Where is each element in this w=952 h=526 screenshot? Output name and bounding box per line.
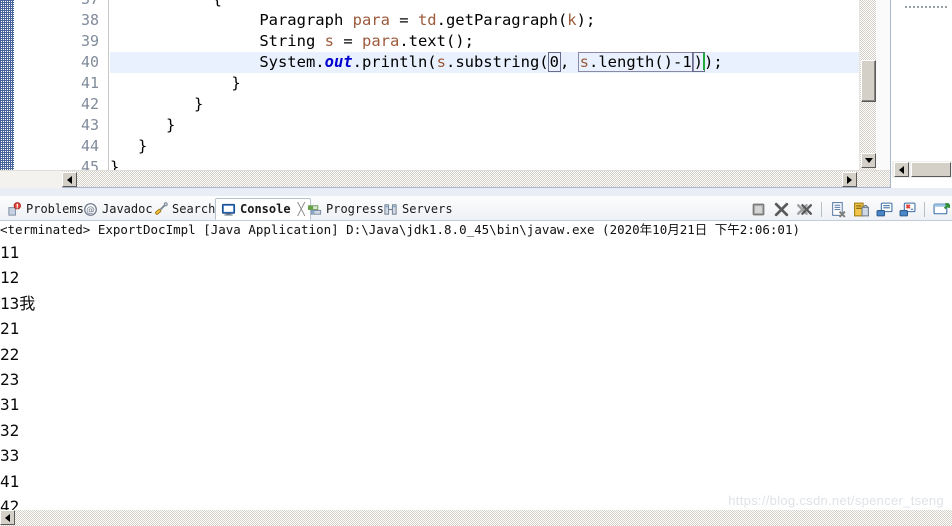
scroll-left-button[interactable] — [0, 510, 15, 525]
progress-icon — [307, 202, 322, 217]
console-output-line: 23 — [0, 370, 20, 390]
toolbar-separator — [821, 201, 822, 217]
console-status-line: <terminated> ExportDocImpl [Java Applica… — [0, 222, 801, 237]
chevron-down-icon — [864, 158, 873, 163]
console-output-line: 41 — [0, 471, 20, 491]
tab-servers[interactable]: Servers — [378, 198, 458, 220]
problems-icon — [7, 201, 22, 217]
console-output-line: 33 — [0, 446, 20, 466]
tab-label: Progress — [326, 202, 384, 216]
console-output-line: 13我 — [0, 293, 36, 313]
line-number: 42 — [80, 95, 99, 113]
line-number: 40 — [80, 53, 99, 71]
dotted-separator — [905, 6, 949, 8]
toolbar-separator — [924, 201, 925, 217]
line-number: 41 — [80, 74, 99, 92]
remove-launch-icon[interactable] — [773, 201, 790, 218]
editor-horizontal-scrollbar[interactable] — [0, 170, 890, 188]
code-line-41: } — [231, 74, 241, 92]
display-selected-console-icon[interactable] — [876, 201, 893, 218]
console-output-area[interactable]: 11 12 13我 21 22 23 31 32 33 41 42 43 51 — [0, 240, 952, 510]
tab-label: Search — [172, 202, 216, 216]
line-number: 37 — [39, 0, 99, 10]
code-line-40-current: System.out.println(s.substring(0, s.leng… — [110, 52, 890, 73]
console-output-line: 32 — [0, 420, 20, 440]
line-number: 43 — [80, 116, 99, 134]
console-toolbar — [750, 198, 950, 220]
scrollbar-track-pad — [0, 171, 62, 188]
pin-console-icon[interactable] — [933, 201, 950, 218]
scroll-down-button[interactable] — [861, 153, 876, 168]
scroll-lock-icon[interactable] — [853, 201, 870, 218]
console-icon — [221, 202, 236, 217]
line-number: 39 — [80, 32, 99, 50]
console-output-line: 22 — [0, 344, 20, 364]
code-line-37: { — [110, 0, 890, 10]
clear-console-icon[interactable] — [830, 201, 847, 218]
editor-body: 37 38 39 40 41 42 43 44 45 { Paragraph p… — [0, 0, 890, 171]
line-number: 45 — [80, 158, 99, 171]
tab-console[interactable]: Console ╳ — [215, 198, 311, 220]
open-console-icon[interactable] — [899, 201, 916, 218]
code-line-42: } — [194, 95, 204, 113]
tab-label: Problems — [26, 202, 84, 216]
tab-progress[interactable]: Progress — [302, 198, 389, 220]
code-line-44: } — [138, 137, 148, 155]
code-line-39: String s = para.text(); — [259, 32, 474, 50]
scrollbar-thumb[interactable] — [911, 162, 951, 177]
chevron-left-icon — [899, 165, 904, 174]
scroll-right-button[interactable] — [842, 172, 857, 187]
code-line-43: } — [166, 116, 176, 134]
scroll-left-button[interactable] — [62, 172, 77, 187]
remove-all-terminated-icon[interactable] — [796, 201, 813, 218]
console-horizontal-scrollbar[interactable] — [0, 510, 952, 526]
console-output-line: 11 — [0, 243, 20, 262]
annotation-ruler[interactable] — [0, 0, 14, 171]
watermark-text: https://blog.csdn.net/spencer_tseng — [728, 493, 944, 508]
chevron-left-icon — [5, 513, 10, 522]
chevron-left-icon — [67, 175, 72, 184]
console-view: Problems @ Javadoc Search Console ╳ Prog… — [0, 196, 952, 526]
console-output-line: 31 — [0, 395, 20, 415]
console-output-line: 12 — [0, 268, 20, 288]
source-editor-panel: 37 38 39 40 41 42 43 44 45 { Paragraph p… — [0, 0, 891, 188]
tab-javadoc[interactable]: @ Javadoc — [78, 198, 158, 220]
code-line-45: } — [110, 158, 120, 171]
terminate-icon[interactable] — [750, 201, 767, 218]
scrollbar-thumb[interactable] — [861, 60, 876, 102]
tab-label: Console — [240, 202, 291, 216]
code-text-area[interactable]: { Paragraph para = td.getParagraph(k); S… — [110, 0, 890, 171]
tab-label: Servers — [402, 202, 453, 216]
line-number: 38 — [80, 11, 99, 29]
javadoc-icon: @ — [83, 202, 98, 217]
chevron-right-icon — [847, 175, 852, 184]
panel-separator[interactable] — [0, 188, 952, 196]
tab-label: Javadoc — [102, 202, 153, 216]
search-icon — [153, 201, 168, 217]
console-output-line: 21 — [0, 319, 20, 339]
tab-search[interactable]: Search — [148, 198, 220, 220]
adjacent-view-strip — [892, 0, 952, 188]
tab-problems[interactable]: Problems — [2, 198, 89, 220]
adjacent-horizontal-scrollbar[interactable] — [892, 161, 952, 178]
editor-vertical-scrollbar[interactable] — [859, 0, 876, 171]
svg-text:@: @ — [86, 204, 94, 214]
line-number: 44 — [80, 137, 99, 155]
eclipse-ide-window: 37 38 39 40 41 42 43 44 45 { Paragraph p… — [0, 0, 952, 526]
scroll-left-button[interactable] — [894, 162, 909, 177]
line-number-gutter: 37 38 39 40 41 42 43 44 45 — [14, 0, 109, 171]
code-line-38: Paragraph para = td.getParagraph(k); — [259, 11, 596, 29]
overview-ruler[interactable] — [876, 0, 890, 171]
servers-icon — [383, 202, 398, 217]
view-tab-bar: Problems @ Javadoc Search Console ╳ Prog… — [0, 196, 952, 221]
